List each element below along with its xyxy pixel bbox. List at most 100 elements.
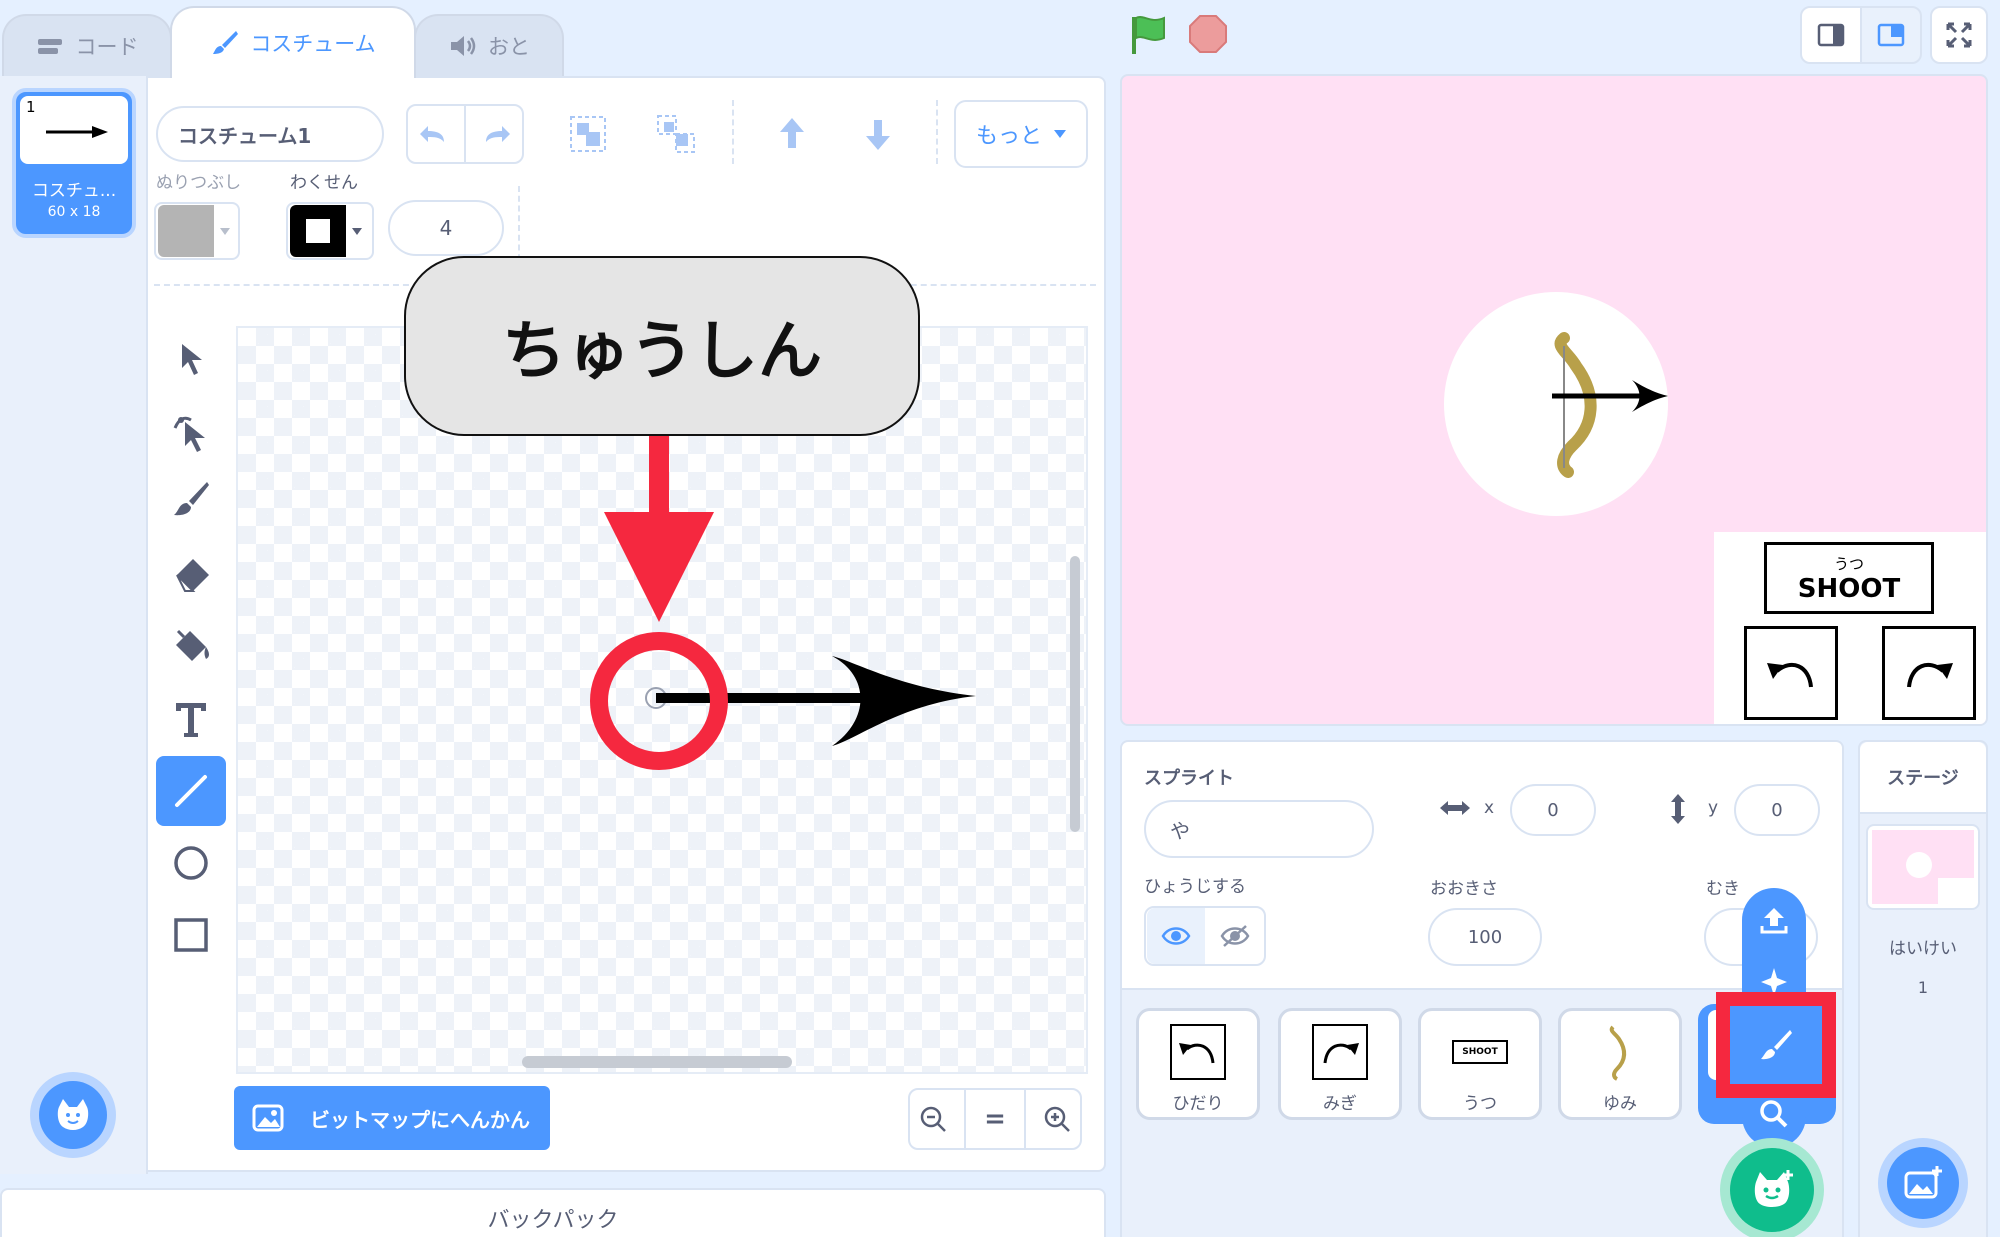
- sprite-name-input[interactable]: や: [1144, 800, 1374, 858]
- small-stage-button[interactable]: [1800, 6, 1862, 64]
- normal-stage-button[interactable]: [1860, 6, 1922, 64]
- choose-costume-button[interactable]: [30, 1072, 116, 1158]
- fill-swatch: [158, 205, 214, 257]
- fill-label: ぬりつぶし: [156, 173, 242, 193]
- zoom-reset-button[interactable]: =: [984, 1104, 1006, 1134]
- backpack-bar[interactable]: バックパック: [0, 1188, 1106, 1237]
- sprite-tile-shoot[interactable]: SHOOT うつ: [1418, 1008, 1542, 1120]
- tab-sounds[interactable]: おと: [414, 14, 564, 76]
- stop-icon[interactable]: [1188, 14, 1228, 54]
- circle-tool[interactable]: [156, 828, 226, 898]
- ungroup-icon[interactable]: [654, 112, 698, 156]
- green-flag-icon[interactable]: [1128, 14, 1170, 56]
- canvas-horizontal-scrollbar[interactable]: [522, 1056, 792, 1068]
- fullscreen-button[interactable]: [1930, 6, 1988, 64]
- eraser-tool[interactable]: [156, 540, 226, 610]
- costume-name-input[interactable]: コスチューム1: [156, 106, 384, 162]
- costume-name: コスチュ...: [31, 181, 117, 201]
- tab-code[interactable]: コード: [2, 14, 172, 76]
- zoom-out-icon[interactable]: [919, 1105, 947, 1133]
- more-dropdown[interactable]: もっと: [954, 100, 1088, 168]
- y-label: y: [1708, 798, 1719, 818]
- outline-swatch: [290, 205, 346, 257]
- y-value: 0: [1771, 799, 1783, 821]
- x-arrows-icon: [1438, 796, 1472, 820]
- sprite-name: ひだり: [1172, 1094, 1224, 1114]
- group-icon[interactable]: [566, 112, 610, 156]
- rectangle-tool[interactable]: [156, 900, 226, 970]
- arrow-cursor-icon: [174, 340, 208, 378]
- size-value: 100: [1467, 926, 1503, 948]
- redo-icon[interactable]: [482, 122, 514, 146]
- select-tool[interactable]: [156, 324, 226, 394]
- choose-backdrop-button[interactable]: [1878, 1138, 1968, 1228]
- convert-to-bitmap-button[interactable]: ビットマップにへんかん: [234, 1086, 550, 1150]
- sprite-tile-bow[interactable]: ゆみ: [1558, 1008, 1682, 1120]
- forward-icon[interactable]: [772, 114, 812, 154]
- costume-number: 1: [26, 98, 36, 116]
- center-highlight-circle: [590, 632, 728, 770]
- costume-thumbnail: [20, 96, 128, 164]
- shoot-button[interactable]: うつ SHOOT: [1764, 542, 1934, 614]
- outline-width-value: 4: [439, 216, 453, 240]
- stage-canvas[interactable]: うつ SHOOT: [1120, 74, 1988, 726]
- sprite-tile-right[interactable]: みぎ: [1278, 1008, 1402, 1120]
- fill-tool[interactable]: [156, 612, 226, 682]
- undo-icon[interactable]: [416, 122, 448, 146]
- cat-sprite-add-icon: [1730, 1148, 1814, 1232]
- backdrop-thumbnail[interactable]: [1866, 824, 1980, 910]
- show-button[interactable]: [1146, 908, 1205, 964]
- brush-tool[interactable]: [156, 464, 226, 534]
- costume-item-1[interactable]: 1 コスチュ... 60 x 18: [12, 88, 136, 238]
- brush-icon: [210, 28, 240, 58]
- costume-name-value: コスチューム1: [178, 123, 312, 148]
- search-icon[interactable]: [1758, 1098, 1790, 1130]
- x-label: x: [1484, 798, 1495, 818]
- bow-thumb-icon: [1605, 1021, 1635, 1083]
- zoom-in-icon[interactable]: [1043, 1105, 1071, 1133]
- hide-button[interactable]: [1206, 908, 1264, 964]
- rotate-right-button[interactable]: [1882, 626, 1976, 720]
- visibility-toggle: [1144, 906, 1266, 966]
- sprite-name: みぎ: [1323, 1094, 1357, 1114]
- y-arrows-icon: [1666, 792, 1690, 826]
- canvas-vertical-scrollbar[interactable]: [1070, 556, 1080, 832]
- outline-color-picker[interactable]: [286, 202, 374, 260]
- fullscreen-icon: [1945, 21, 1973, 49]
- size-input[interactable]: 100: [1428, 908, 1542, 966]
- rotate-left-thumb-icon: [1169, 1021, 1227, 1083]
- reshape-icon: [171, 412, 211, 454]
- shoot-thumb-text: SHOOT: [1452, 1040, 1508, 1064]
- arrow-sprite[interactable]: [1552, 376, 1672, 416]
- costume-list: [0, 76, 148, 1174]
- y-input[interactable]: 0: [1734, 784, 1820, 836]
- paint-bucket-icon: [170, 627, 212, 667]
- rotate-left-icon: [1761, 653, 1821, 693]
- rotate-left-button[interactable]: [1744, 626, 1838, 720]
- sprite-tile-left[interactable]: ひだり: [1136, 1008, 1260, 1120]
- backdrop-label: はいけい: [1889, 939, 1957, 959]
- fill-color-picker[interactable]: [154, 202, 240, 260]
- paint-sprite-button-highlight[interactable]: [1716, 992, 1836, 1098]
- backward-icon[interactable]: [858, 114, 898, 154]
- toolbar-divider: [732, 100, 734, 164]
- upload-icon[interactable]: [1756, 902, 1792, 938]
- code-icon: [36, 35, 66, 57]
- callout-bubble: ちゅうしん: [404, 256, 920, 436]
- show-label: ひょうじする: [1144, 877, 1246, 897]
- paintbrush-icon: [171, 479, 211, 519]
- toolbar-divider-2: [936, 100, 938, 164]
- line-tool[interactable]: [156, 756, 226, 826]
- sprite-name: うつ: [1463, 1094, 1497, 1114]
- eye-icon: [1161, 927, 1190, 945]
- outline-caret-icon: [352, 227, 362, 235]
- choose-sprite-button[interactable]: [1720, 1138, 1824, 1237]
- reshape-tool[interactable]: [156, 398, 226, 468]
- sprite-section-label: スプライト: [1144, 768, 1234, 789]
- x-input[interactable]: 0: [1510, 784, 1596, 836]
- tab-costumes[interactable]: コスチューム: [170, 6, 416, 78]
- outline-width-input[interactable]: 4: [388, 200, 504, 256]
- undo-redo-group: [406, 104, 524, 164]
- text-tool[interactable]: [156, 684, 226, 754]
- add-backdrop-icon: [1887, 1147, 1959, 1219]
